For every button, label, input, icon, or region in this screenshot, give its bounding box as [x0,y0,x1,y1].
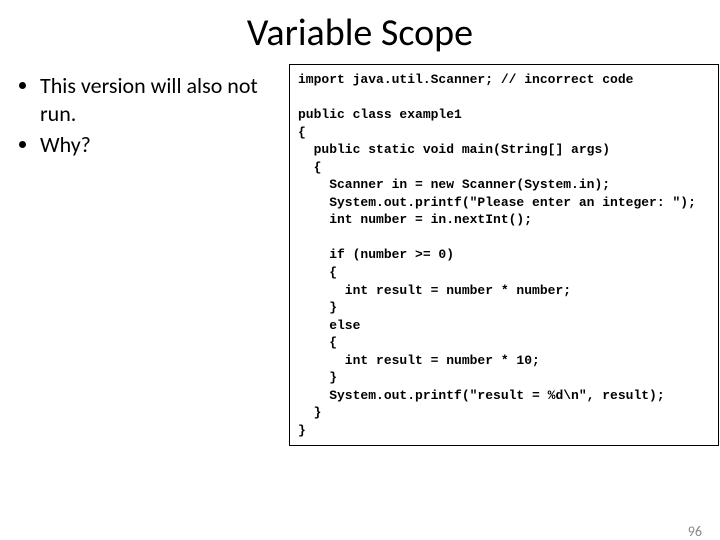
code-line: System.out.printf("result = %d\n", resul… [298,388,665,403]
code-line: int number = in.nextInt(); [298,212,532,227]
body-row: This version will also not run. Why? imp… [0,64,720,446]
code-line: } [298,300,337,315]
code-line: if (number >= 0) [298,247,454,262]
slide: Variable Scope This version will also no… [0,10,720,540]
code-line: { [298,335,337,350]
slide-title: Variable Scope [0,10,720,56]
code-box: import java.util.Scanner; // incorrect c… [289,64,719,446]
code-line: { [298,265,337,280]
bullet-list: This version will also not run. Why? [0,64,289,163]
code-line: } [298,423,306,438]
code-line: { [298,160,321,175]
bullet-item-1: This version will also not run. [40,72,285,127]
code-line: } [298,405,321,420]
code-line: import java.util.Scanner; // incorrect c… [298,72,633,87]
code-line: Scanner in = new Scanner(System.in); [298,177,610,192]
code-line: else [298,318,360,333]
code-line: { [298,125,306,140]
code-line: public static void main(String[] args) [298,142,610,157]
code-line: public class example1 [298,107,462,122]
page-number: 96 [688,523,702,540]
bullet-item-2: Why? [40,131,285,159]
code-line: System.out.printf("Please enter an integ… [298,195,696,210]
code-line: } [298,370,337,385]
code-line: int result = number * 10; [298,353,540,368]
code-line: int result = number * number; [298,283,571,298]
